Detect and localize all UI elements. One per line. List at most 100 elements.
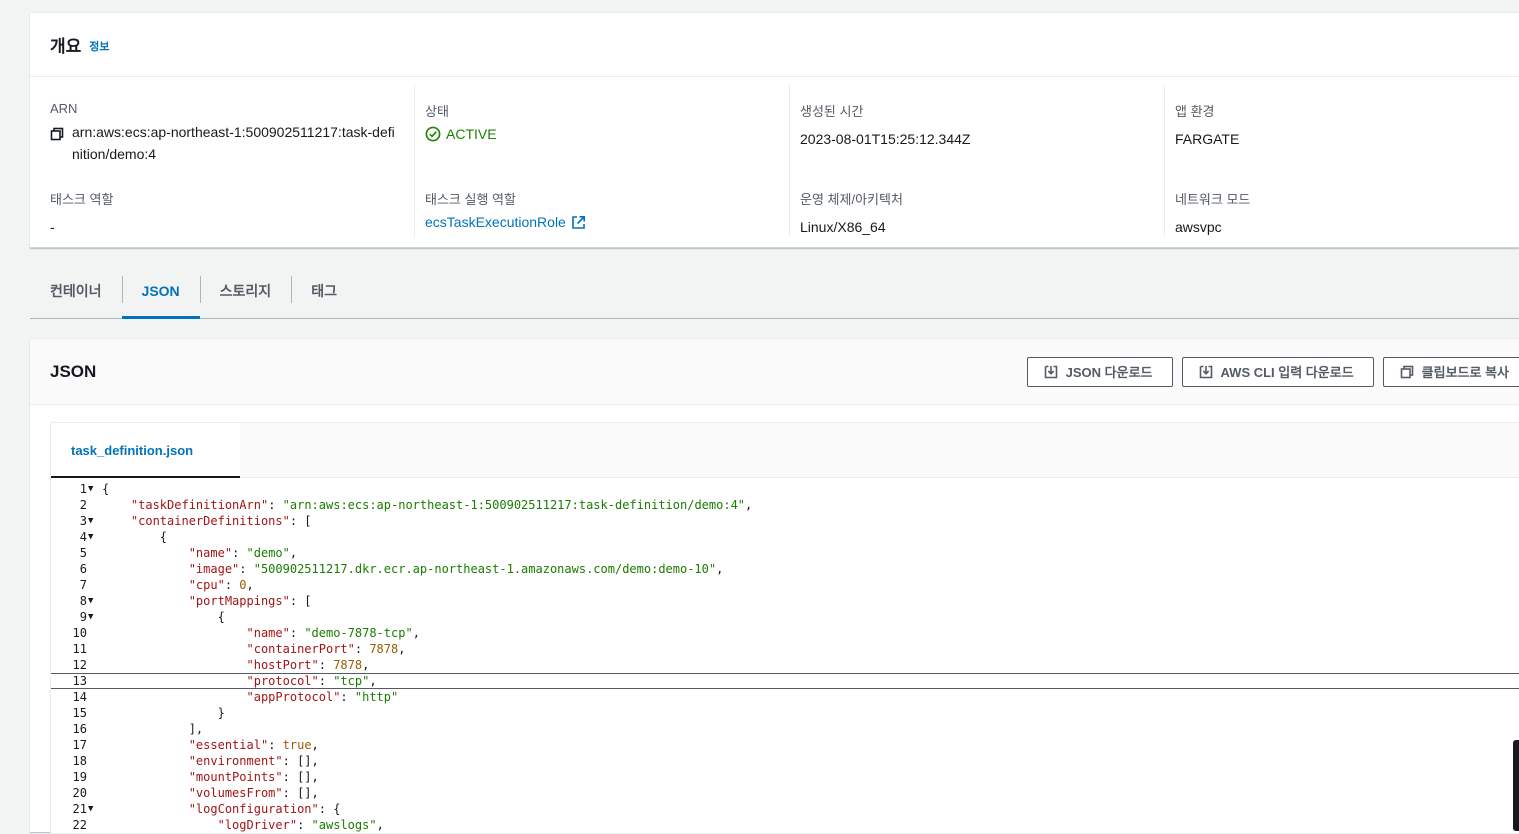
created-label: 생성된 시간	[800, 104, 864, 119]
code-text: "environment": [],	[188, 754, 319, 768]
code-text: "image": "500902511217.dkr.ecr.ap-northe…	[188, 562, 724, 576]
line-number: 19	[72, 770, 87, 784]
file-tab-task-definition[interactable]: task_definition.json	[51, 423, 240, 478]
code-line: 10 "name": "demo-7878-tcp",	[51, 625, 1519, 641]
code-line: 5 "name": "demo",	[51, 545, 1519, 561]
overview-panel: 개요 정보 ARN arn:aws:ecs:ap-northeast-1:500…	[30, 12, 1519, 248]
fold-toggle-icon[interactable]: ▼	[88, 481, 98, 497]
code-text: ],	[188, 722, 204, 736]
task-role-label: 태스크 역할	[50, 192, 114, 207]
tab-containers[interactable]: 컨테이너	[30, 263, 122, 318]
fold-toggle-icon[interactable]: ▼	[88, 609, 98, 625]
json-actions: JSON 다운로드 AWS CLI 입력 다운로드 클립보드로 복사	[1026, 356, 1519, 387]
code-line: 8 ▼ "portMappings": [	[51, 593, 1519, 609]
arn-value: arn:aws:ecs:ap-northeast-1:500902511217:…	[72, 124, 395, 162]
overview-column-1: ARN arn:aws:ecs:ap-northeast-1:500902511…	[40, 85, 415, 237]
code-text: "mountPoints": [],	[188, 770, 319, 784]
download-cli-label: AWS CLI 입력 다운로드	[1220, 365, 1354, 380]
copy-clipboard-button[interactable]: 클립보드로 복사	[1382, 356, 1519, 387]
tab-storage[interactable]: 스토리지	[199, 263, 292, 318]
line-number: 17	[72, 738, 87, 752]
fold-toggle-icon[interactable]: ▼	[88, 529, 98, 545]
code-text: "appProtocol": "http"	[246, 690, 399, 704]
os-label: 운영 체제/아키텍처	[800, 192, 903, 207]
line-number: 8	[79, 594, 87, 608]
code-line: 2 "taskDefinitionArn": "arn:aws:ecs:ap-n…	[51, 497, 1519, 513]
line-number: 2	[79, 498, 87, 512]
code-line: 17 "essential": true,	[51, 737, 1519, 753]
arn-field: ARN arn:aws:ecs:ap-northeast-1:500902511…	[50, 101, 407, 165]
line-number: 14	[72, 690, 87, 704]
code-line: 1 ▼ {	[51, 481, 1519, 497]
overview-grid: ARN arn:aws:ecs:ap-northeast-1:500902511…	[30, 77, 1519, 247]
code-text: "taskDefinitionArn": "arn:aws:ecs:ap-nor…	[130, 498, 753, 512]
exec-role-label: 태스크 실행 역할	[425, 192, 516, 207]
line-number: 21	[72, 802, 87, 816]
code-text: "essential": true,	[188, 738, 319, 752]
tab-tags[interactable]: 태그	[291, 263, 357, 318]
info-link[interactable]: 정보	[89, 38, 109, 54]
code-line: 9 ▼ {	[51, 609, 1519, 625]
exec-role-value[interactable]: ecsTaskExecutionRole	[425, 214, 566, 230]
exec-role-link[interactable]: ecsTaskExecutionRole	[425, 214, 781, 230]
line-number: 18	[72, 754, 87, 768]
line-number: 6	[79, 562, 87, 576]
download-icon	[1044, 365, 1057, 378]
code-editor[interactable]: 1 ▼{2 "taskDefinitionArn": "arn:aws:ecs:a…	[51, 481, 1519, 833]
line-number: 3	[79, 514, 87, 528]
code-line: 3 ▼ "containerDefinitions": [	[51, 513, 1519, 529]
line-number: 1	[79, 482, 87, 496]
overview-title: 개요	[50, 37, 82, 56]
code-text: "portMappings": [	[188, 594, 312, 608]
code-line: 16 ],	[51, 721, 1519, 737]
code-line: 18 "environment": [],	[51, 753, 1519, 769]
network-label: 네트워크 모드	[1175, 192, 1251, 207]
arn-label: ARN	[50, 101, 78, 116]
fold-toggle-icon[interactable]: ▼	[88, 593, 98, 609]
line-number: 11	[72, 642, 87, 656]
task-role-field: 태스크 역할 -	[50, 189, 407, 238]
json-panel-title: JSON	[50, 361, 97, 381]
code-text: "logConfiguration": {	[188, 802, 341, 816]
fold-toggle-icon[interactable]: ▼	[88, 801, 98, 817]
json-panel: JSON JSON 다운로드 AWS CLI 입력 다운로드 클립보드로 복사 …	[30, 338, 1519, 834]
network-field: 네트워크 모드 awsvpc	[1175, 189, 1519, 238]
overview-column-4: 앱 환경 FARGATE 네트워크 모드 awsvpc	[1164, 85, 1519, 237]
detail-tabs: 컨테이너 JSON 스토리지 태그	[30, 263, 1519, 319]
code-line: 4 ▼ {	[51, 529, 1519, 545]
status-label: 상태	[425, 104, 449, 119]
code-line: 11 "containerPort": 7878,	[51, 641, 1519, 657]
overview-column-2: 상태 ACTIVE 태스크 실행 역할 ecsTaskExecutionRole	[414, 85, 789, 237]
env-value: FARGATE	[1175, 131, 1240, 147]
download-json-label: JSON 다운로드	[1065, 365, 1153, 380]
line-number: 4	[79, 530, 87, 544]
download-cli-button[interactable]: AWS CLI 입력 다운로드	[1181, 356, 1374, 387]
code-viewer: task_definition.json 1 ▼{2 "taskDefinitio…	[50, 422, 1519, 834]
line-number: 9	[79, 610, 87, 624]
json-panel-header: JSON JSON 다운로드 AWS CLI 입력 다운로드 클립보드로 복사	[30, 339, 1519, 405]
download-json-button[interactable]: JSON 다운로드	[1026, 356, 1173, 387]
code-text: "containerPort": 7878,	[246, 642, 406, 656]
line-number: 10	[72, 626, 87, 640]
created-field: 생성된 시간 2023-08-01T15:25:12.344Z	[800, 101, 1156, 150]
network-value: awsvpc	[1175, 219, 1222, 235]
line-number: 16	[72, 722, 87, 736]
copy-clipboard-label: 클립보드로 복사	[1421, 365, 1509, 380]
copy-icon[interactable]	[50, 127, 64, 141]
code-line: 12 "hostPort": 7878,	[51, 657, 1519, 673]
code-text: "containerDefinitions": [	[130, 514, 312, 528]
overview-header: 개요 정보	[30, 13, 1519, 77]
line-number: 5	[79, 546, 87, 560]
line-number: 7	[79, 578, 87, 592]
code-line: 14 "appProtocol": "http"	[51, 689, 1519, 705]
check-circle-icon	[425, 126, 441, 142]
line-number: 20	[72, 786, 87, 800]
side-panel-handle[interactable]	[1513, 740, 1519, 831]
tab-json[interactable]: JSON	[121, 263, 200, 319]
fold-toggle-icon[interactable]: ▼	[88, 513, 98, 529]
code-line: 21 ▼ "logConfiguration": {	[51, 801, 1519, 817]
status-indicator: ACTIVE	[425, 126, 781, 142]
code-text: {	[102, 482, 110, 496]
code-text: }	[217, 706, 225, 720]
overview-column-3: 생성된 시간 2023-08-01T15:25:12.344Z 운영 체제/아키…	[789, 85, 1164, 237]
